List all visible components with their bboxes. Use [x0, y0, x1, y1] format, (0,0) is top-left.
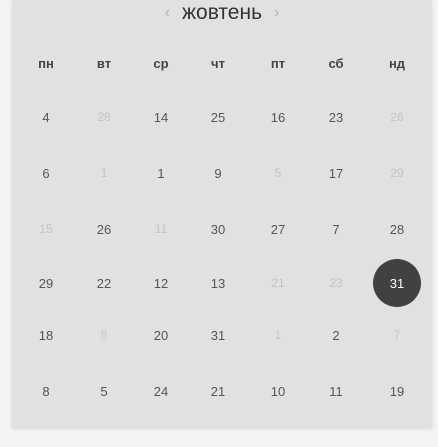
day-cell[interactable]: 11 — [312, 367, 360, 415]
day-cell[interactable]: 8 — [80, 311, 128, 359]
day-cell[interactable]: 21 — [194, 367, 242, 415]
day-cell[interactable]: 12 — [137, 259, 185, 307]
day-cell[interactable]: 7 — [312, 205, 360, 253]
day-cell[interactable]: 16 — [254, 93, 302, 141]
day-cell[interactable]: 11 — [137, 205, 185, 253]
day-cell[interactable]: 30 — [194, 205, 242, 253]
date-picker-calendar: ‹ жовтень › пн вт ср чт пт сб нд 4 28 14 25 16 23 26… — [12, 0, 432, 428]
day-cell[interactable]: 27 — [254, 205, 302, 253]
day-cell[interactable]: 5 — [80, 367, 128, 415]
day-cell[interactable]: 26 — [373, 93, 421, 141]
day-cell[interactable]: 25 — [194, 93, 242, 141]
day-cell[interactable]: 23 — [312, 93, 360, 141]
day-cell[interactable]: 19 — [373, 367, 421, 415]
day-cell[interactable]: 8 — [22, 367, 70, 415]
day-cell[interactable]: 28 — [373, 205, 421, 253]
day-cell[interactable]: 29 — [22, 259, 70, 307]
day-cell[interactable]: 20 — [137, 311, 185, 359]
day-cell[interactable]: 29 — [373, 149, 421, 197]
day-cell[interactable]: 13 — [194, 259, 242, 307]
day-cell[interactable]: 17 — [312, 149, 360, 197]
day-cell[interactable]: 4 — [22, 93, 70, 141]
day-cell[interactable]: 26 — [80, 205, 128, 253]
day-cell[interactable]: 31 — [194, 311, 242, 359]
day-cell[interactable]: 24 — [137, 367, 185, 415]
day-cell[interactable]: 15 — [22, 205, 70, 253]
day-cell[interactable]: 5 — [254, 149, 302, 197]
day-cell[interactable]: 6 — [22, 149, 70, 197]
day-cell[interactable]: 1 — [80, 149, 128, 197]
day-cell[interactable]: 18 — [22, 311, 70, 359]
day-cell[interactable]: 28 — [80, 93, 128, 141]
day-cell[interactable]: 1 — [254, 311, 302, 359]
day-cell-selected[interactable]: 31 — [373, 259, 421, 307]
day-grid: 4 28 14 25 16 23 26 6 1 1 9 5 17 29 15 26 11 30 27 7 28 29 22 1… — [12, 0, 432, 428]
day-cell[interactable]: 23 — [312, 259, 360, 307]
day-cell[interactable]: 1 — [137, 149, 185, 197]
day-cell[interactable]: 7 — [373, 311, 421, 359]
day-cell[interactable]: 14 — [137, 93, 185, 141]
day-cell[interactable]: 2 — [312, 311, 360, 359]
day-cell[interactable]: 21 — [254, 259, 302, 307]
day-cell[interactable]: 22 — [80, 259, 128, 307]
day-cell[interactable]: 10 — [254, 367, 302, 415]
day-cell[interactable]: 9 — [194, 149, 242, 197]
